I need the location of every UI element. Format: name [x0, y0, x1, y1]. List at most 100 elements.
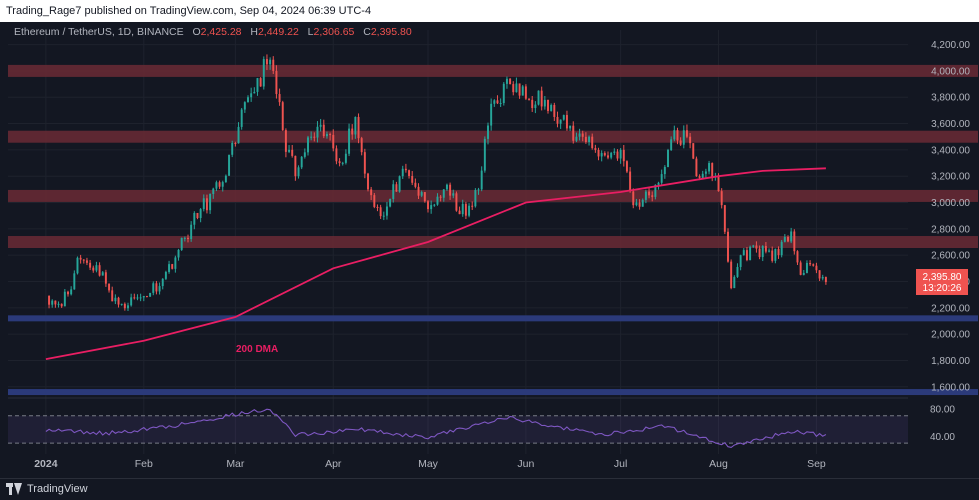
candle-body [382, 215, 385, 217]
candle-body [768, 250, 771, 252]
time-tick-label: Aug [709, 458, 728, 470]
candle-body [805, 262, 808, 273]
candle-body [288, 149, 291, 152]
candle-body [247, 97, 249, 103]
candle-body [234, 143, 237, 145]
time-axis[interactable]: 2024 Feb Mar Apr May Jun Jul Aug Sep [34, 458, 826, 470]
candle-body [502, 83, 505, 103]
candle-body [812, 264, 815, 266]
candle-body [265, 59, 268, 65]
candle-body [499, 102, 502, 104]
candle-body [518, 83, 521, 96]
price-tick-label: 3,800.00 [931, 93, 970, 104]
candle-body [329, 134, 332, 136]
candle-body [439, 196, 442, 198]
candle-body [692, 143, 695, 159]
candle-body [354, 116, 357, 135]
candle-body [57, 303, 60, 305]
resistance-zones [8, 64, 978, 249]
candle-body [464, 203, 467, 216]
candle-body [679, 140, 682, 145]
candle-body [89, 262, 92, 268]
candle-body [635, 202, 638, 206]
candle-body [174, 257, 177, 269]
candle-body [689, 136, 692, 144]
candle-body [483, 138, 486, 171]
candle-body [717, 176, 720, 192]
candle-body [164, 271, 167, 279]
time-tick-label: 2024 [34, 458, 58, 470]
candle-body [588, 136, 591, 143]
candle-body [152, 283, 155, 293]
candle-body [480, 170, 483, 190]
candle-body [215, 182, 218, 189]
candle-body [531, 99, 534, 109]
rsi-pane[interactable]: 80.00 40.00 [8, 397, 955, 448]
candle-body [253, 91, 256, 94]
candle-body [727, 231, 729, 262]
time-tick-label: Sep [807, 458, 826, 470]
candle-body [284, 130, 287, 152]
candle-body [202, 198, 205, 210]
tradingview-logo-icon [6, 483, 22, 495]
candle-body [600, 153, 603, 157]
price-tick-label: 1,800.00 [931, 356, 970, 367]
candle-body [505, 78, 508, 84]
candle-body [79, 257, 82, 260]
candle-body [401, 168, 404, 177]
candle-body [430, 205, 433, 210]
candle-body [581, 133, 584, 137]
candle-body [104, 272, 107, 284]
price-tick-label: 3,000.00 [931, 198, 970, 209]
tradingview-logo[interactable]: TradingView [6, 483, 88, 495]
candle-body [60, 303, 63, 307]
candle-body [695, 158, 698, 177]
candle-body [114, 297, 117, 302]
close-label: C [363, 26, 371, 38]
candle-body [316, 126, 319, 138]
price-tick-label: 3,400.00 [931, 145, 970, 156]
candle-body [130, 297, 133, 306]
candle-body [379, 207, 382, 217]
time-tick-label: Mar [226, 458, 245, 470]
candle-body [183, 237, 186, 239]
price-axis[interactable]: 4,200.00 4,000.00 3,800.00 3,600.00 3,400.00… [931, 40, 970, 393]
candle-body [199, 209, 202, 219]
candle-body [237, 126, 240, 144]
candle-body [395, 184, 398, 192]
symbol-legend[interactable]: Ethereum / TetherUS, 1D, BINANCE O2,425.… [14, 26, 412, 38]
candle-body [755, 245, 758, 249]
open-label: O [192, 26, 201, 38]
candle-body [487, 125, 489, 139]
candlestick-series[interactable] [48, 54, 827, 311]
candle-body [512, 84, 515, 93]
candle-body [790, 231, 793, 242]
candle-body [461, 203, 464, 215]
candle-body [559, 119, 562, 124]
candle-body [629, 171, 632, 192]
candle-body [142, 295, 145, 298]
candle-body [291, 149, 294, 156]
candle-body [85, 260, 88, 263]
candle-body [685, 130, 688, 137]
candle-body [221, 182, 224, 187]
candle-body [310, 136, 313, 138]
candle-body [490, 103, 493, 126]
candle-body [720, 191, 723, 206]
publish-info: Trading_Rage7 published on TradingView.c… [0, 0, 979, 22]
candle-body [98, 265, 101, 276]
support-line [8, 315, 978, 322]
candle-body [625, 161, 628, 172]
candle-body [250, 93, 253, 98]
candle-body [92, 267, 95, 271]
candle-body [660, 174, 663, 183]
candle-body [550, 104, 553, 111]
candle-body [161, 278, 164, 287]
candle-body [51, 300, 54, 305]
price-chart[interactable]: 80.00 40.00 4,200.00 4,000.00 3,800.00 3,600… [0, 22, 979, 478]
candle-body [802, 272, 805, 275]
candle-body [243, 102, 246, 110]
candle-body [796, 251, 799, 263]
candle-body [303, 152, 306, 157]
candle-body [63, 291, 66, 307]
